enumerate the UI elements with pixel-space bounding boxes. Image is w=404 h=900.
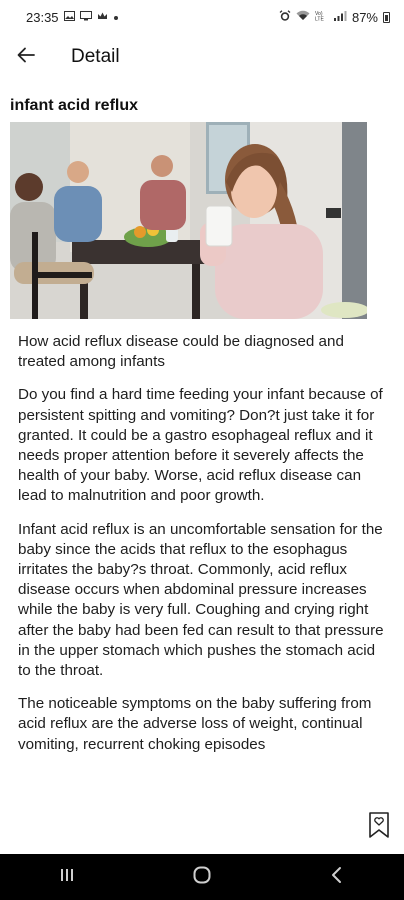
article-paragraph: Infant acid reflux is an uncomfortable s… bbox=[18, 520, 384, 680]
page-title: Detail bbox=[71, 46, 120, 67]
back-button[interactable] bbox=[0, 34, 52, 80]
app-bar: Detail bbox=[0, 34, 404, 80]
bookmark-heart-icon bbox=[368, 811, 390, 844]
article-paragraph: The noticeable symptoms on the baby suff… bbox=[18, 695, 372, 753]
battery-icon bbox=[383, 11, 390, 23]
crown-icon bbox=[97, 10, 108, 24]
status-right: Vo) LTE 87% bbox=[279, 10, 390, 25]
photo-icon bbox=[63, 10, 75, 24]
recent-apps-icon bbox=[59, 867, 75, 888]
alarm-icon bbox=[279, 9, 291, 25]
status-left: 23:35 bbox=[26, 10, 119, 25]
home-icon bbox=[192, 865, 212, 890]
article-body: How acid reflux disease could be diagnos… bbox=[18, 332, 390, 768]
recent-apps-button[interactable] bbox=[37, 854, 97, 900]
system-back-button[interactable] bbox=[307, 854, 367, 900]
signal-icon bbox=[333, 10, 347, 24]
status-bar: 23:35 Vo) LTE 87% bbox=[0, 0, 404, 34]
system-nav-bar bbox=[0, 854, 404, 900]
dot-icon bbox=[113, 10, 119, 24]
article-paragraph: Do you find a hard time feeding your inf… bbox=[18, 386, 383, 505]
bookmark-button[interactable] bbox=[366, 811, 392, 844]
battery-percent: 87% bbox=[351, 9, 378, 25]
article-paragraph: How acid reflux disease could be diagnos… bbox=[18, 333, 344, 371]
arrow-left-icon bbox=[17, 47, 35, 68]
home-button[interactable] bbox=[172, 854, 232, 900]
article-content[interactable]: infant acid reflux How acid reflux disea… bbox=[0, 88, 404, 800]
svg-text:LTE: LTE bbox=[315, 17, 324, 22]
status-time: 23:35 bbox=[26, 9, 59, 25]
article-title: infant acid reflux bbox=[10, 97, 139, 114]
volte-icon: Vo) LTE bbox=[315, 10, 329, 24]
article-image bbox=[10, 122, 367, 319]
wifi-icon bbox=[296, 10, 310, 24]
chevron-left-icon bbox=[330, 866, 344, 889]
monitor-icon bbox=[79, 10, 92, 24]
